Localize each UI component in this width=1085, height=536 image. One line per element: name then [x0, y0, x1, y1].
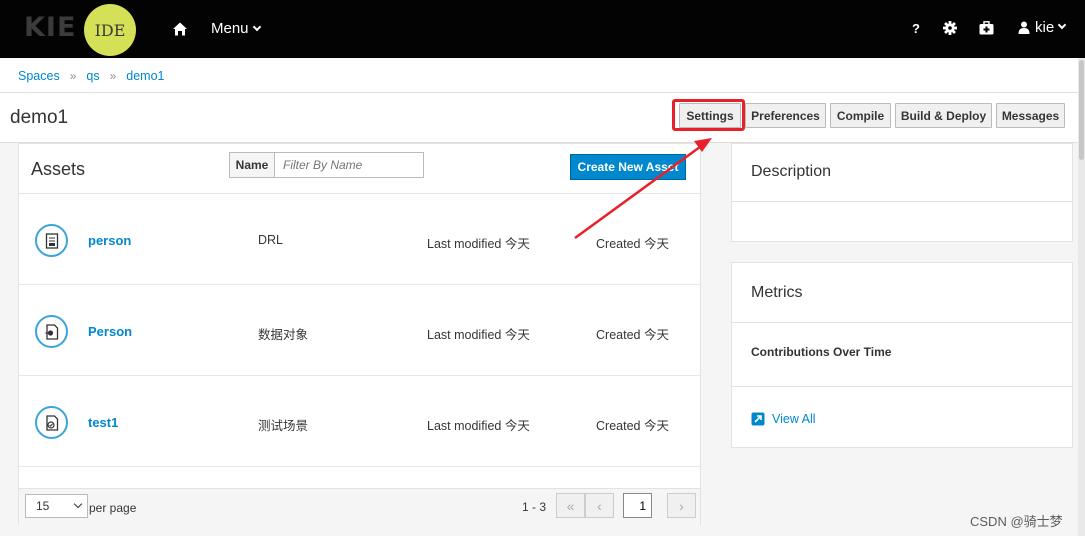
chevron-down-icon [252, 22, 261, 32]
filter-group: Name [229, 152, 424, 178]
asset-created: Created 今天 [596, 237, 669, 251]
filter-name-label: Name [229, 152, 275, 178]
assets-title: Assets [31, 159, 86, 179]
chevron-down-icon [73, 499, 83, 509]
asset-last-modified: Last modified 今天 [427, 419, 530, 433]
view-all-link[interactable]: View All [751, 412, 816, 426]
asset-name-link[interactable]: test1 [88, 415, 118, 430]
divider [732, 201, 1072, 202]
asset-created: Created 今天 [596, 419, 669, 433]
test-scenario-icon [35, 406, 68, 439]
gear-icon[interactable] [943, 21, 957, 35]
build-deploy-button[interactable]: Build & Deploy [895, 103, 992, 128]
divider [732, 322, 1072, 323]
asset-row[interactable]: person DRL Last modified 今天 Created 今天 [19, 194, 700, 285]
breadcrumb-spaces[interactable]: Spaces [18, 69, 60, 83]
page-title: demo1 [10, 107, 69, 128]
help-button[interactable]: ? [912, 21, 920, 36]
user-name: kie [1035, 19, 1055, 36]
metrics-title: Metrics [751, 284, 803, 301]
csdn-watermark: CSDN @骑士梦 [970, 514, 1063, 529]
breadcrumb-demo1[interactable]: demo1 [126, 69, 164, 83]
description-title: Description [751, 163, 832, 180]
page-range: 1 - 3 [522, 500, 547, 514]
metrics-card: Metrics Contributions Over Time View All [731, 262, 1073, 448]
asset-created: Created 今天 [596, 328, 669, 342]
breadcrumb-separator: » [69, 69, 77, 83]
asset-last-modified: Last modified 今天 [427, 237, 530, 251]
settings-highlight-box [672, 99, 745, 131]
top-navbar: KIE IDE Menu ? kie [0, 0, 1085, 58]
per-page-select[interactable]: 15 [25, 494, 88, 518]
breadcrumb-qs[interactable]: qs [86, 69, 99, 83]
asset-type: DRL [258, 233, 284, 247]
filter-by-name-input[interactable] [275, 152, 424, 178]
asset-name-link[interactable]: person [88, 233, 131, 248]
per-page-label: per page [89, 501, 137, 515]
menu-label: Menu [211, 20, 249, 37]
messages-button[interactable]: Messages [996, 103, 1065, 128]
chevron-down-icon [1057, 20, 1067, 29]
external-link-icon [751, 412, 765, 426]
pagination-bar: 15 per page 1 - 3 « ‹ › [19, 488, 700, 525]
asset-name-link[interactable]: Person [88, 324, 132, 339]
data-object-icon [35, 315, 68, 348]
divider [732, 386, 1072, 387]
user-menu[interactable]: kie [1018, 19, 1067, 36]
first-page-button[interactable]: « [556, 493, 585, 518]
per-page-value: 15 [36, 499, 50, 513]
next-page-button[interactable]: › [667, 493, 696, 518]
asset-type: 测试场景 [258, 419, 309, 433]
home-icon[interactable] [172, 21, 188, 37]
breadcrumb: Spaces » qs » demo1 [0, 58, 1085, 93]
asset-type: 数据对象 [258, 328, 309, 342]
create-new-asset-button[interactable]: Create New Asset [570, 154, 686, 180]
preferences-button[interactable]: Preferences [745, 103, 826, 128]
breadcrumb-separator: » [109, 69, 117, 83]
menu-dropdown[interactable]: Menu [211, 20, 261, 37]
previous-page-button[interactable]: ‹ [585, 493, 614, 518]
view-all-label: View All [772, 412, 816, 426]
project-header: demo1 Settings Preferences Compile Build… [0, 93, 1085, 143]
scrollbar-thumb[interactable] [1079, 60, 1084, 160]
drl-file-icon [35, 224, 68, 257]
compile-button[interactable]: Compile [830, 103, 891, 128]
kie-logo[interactable]: KIE [24, 12, 76, 43]
page-number-input[interactable] [623, 493, 652, 518]
ide-logo-badge[interactable]: IDE [84, 4, 136, 56]
description-card: Description [731, 143, 1073, 242]
assets-panel: Assets Name Create New Asset person DRL … [18, 143, 701, 525]
admin-briefcase-icon[interactable] [979, 21, 994, 35]
user-icon [1018, 21, 1030, 34]
asset-row[interactable]: Person 数据对象 Last modified 今天 Created 今天 [19, 285, 700, 376]
contributions-over-time-label: Contributions Over Time [751, 345, 892, 359]
asset-row[interactable]: test1 测试场景 Last modified 今天 Created 今天 [19, 376, 700, 467]
asset-last-modified: Last modified 今天 [427, 328, 530, 342]
